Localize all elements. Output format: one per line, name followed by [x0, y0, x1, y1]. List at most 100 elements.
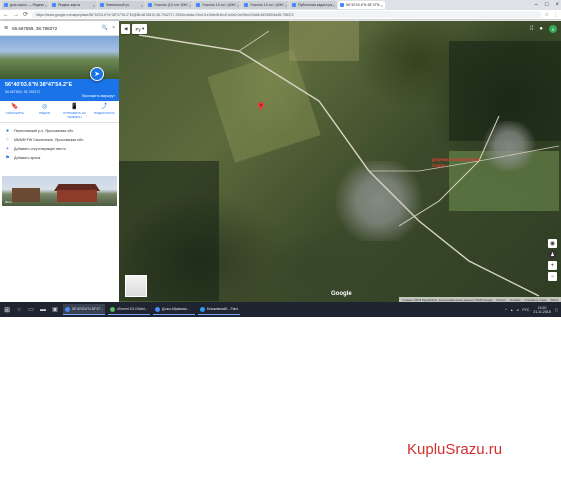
zoom-in-button[interactable]: +: [548, 261, 557, 270]
tab-close-icon[interactable]: ×: [92, 3, 95, 8]
browser-tab[interactable]: 56°40'03.6"N 38°47'54.2×: [338, 1, 385, 9]
search-input[interactable]: 56.667659, 38.798372: [12, 26, 98, 31]
place-icon: ●: [5, 127, 10, 134]
info-text: Добавить ярлык: [14, 155, 41, 160]
screenshot: дом карты — Яндекс.карт×Яндекс карты×Зем…: [0, 0, 561, 317]
url-field[interactable]: https://www.google.ru/maps/place/56°40'0…: [32, 11, 541, 18]
layers-toggle[interactable]: [125, 275, 147, 297]
taskbar-app[interactable]: 56°40'03.6"N 38°47'...: [63, 304, 105, 315]
tab-close-icon[interactable]: ×: [380, 3, 383, 8]
tab-close-icon[interactable]: ×: [44, 3, 47, 8]
tab-label: дом карты — Яндекс.карт: [10, 3, 44, 7]
action-label: РЯДОМ: [39, 111, 51, 115]
coords-title: 56°40'03.6"N 38°47'54.2"E: [5, 82, 73, 88]
map-controls: ◀ Ру ▾: [121, 24, 148, 34]
plus-code-icon: ⁘: [5, 136, 10, 143]
action-label: ОТПРАВИТЬ НА ТЕЛЕФОН: [62, 111, 86, 119]
notifications-icon[interactable]: ●: [539, 26, 543, 32]
network-icon[interactable]: ▴: [511, 308, 513, 312]
zoom-controls: ◉ ♟ + −: [548, 239, 557, 281]
pegman-icon[interactable]: ♟: [548, 250, 557, 259]
browser-tab[interactable]: Участок 10 сот. (ИЖС) ×: [242, 1, 289, 9]
share-icon: ⤴: [101, 104, 108, 110]
action-share-button[interactable]: ⤴ ПОДЕЛИТЬСЯ: [92, 104, 116, 116]
browser-tab[interactable]: Участок 10 сот. (ИЖС) ×: [194, 1, 241, 9]
browser-tab[interactable]: Яндекс карты ×: [50, 1, 97, 9]
info-text: MMM8+FW Смоленское, Ярославская обл.: [14, 137, 84, 142]
menu-dots-icon[interactable]: ⋮: [553, 12, 558, 18]
action-label: СОХРАНИТЬ: [5, 111, 24, 115]
apps-grid-icon[interactable]: ⁞⁞: [530, 26, 533, 32]
tab-close-icon[interactable]: ×: [236, 3, 239, 8]
tab-label: Земельный уч.: [106, 3, 131, 7]
taskbar-app-label: Безымянный1 - Paint: [207, 307, 238, 311]
language-indicator[interactable]: РУС: [522, 308, 529, 312]
minimize-icon[interactable]: –: [535, 2, 538, 8]
tab-close-icon[interactable]: ×: [188, 3, 191, 8]
info-row: ⁘ MMM8+FW Смоленское, Ярославская обл.: [0, 135, 119, 144]
task-view-icon[interactable]: ▭: [26, 305, 36, 315]
tab-close-icon[interactable]: ×: [140, 3, 143, 8]
back-icon[interactable]: ←: [3, 12, 9, 18]
route-link[interactable]: Проложить маршрут: [82, 94, 115, 98]
tab-close-icon[interactable]: ×: [284, 3, 287, 8]
tab-label: Яндекс карты: [58, 3, 81, 7]
tray-arrow-icon[interactable]: ^: [505, 308, 507, 312]
start-icon[interactable]: ⊞: [2, 306, 12, 314]
explorer-icon[interactable]: ▬: [38, 305, 48, 315]
forward-icon[interactable]: →: [13, 12, 19, 18]
info-row[interactable]: ⚑ Добавить ярлык: [0, 153, 119, 162]
app-icon: [200, 306, 205, 312]
tab-favicon: [148, 3, 152, 7]
window-controls: – □ ×: [535, 0, 559, 10]
browser-tab[interactable]: Участок (10 сот. ИЖС) ×: [146, 1, 193, 9]
search-taskbar-icon[interactable]: ○: [14, 305, 24, 315]
taskbar-apps: 56°40'03.6"N 38°47'... uTorrent 3.5.4 Bui…: [60, 304, 240, 315]
clock[interactable]: 19:20 21.11.2018: [533, 306, 550, 314]
search-icon[interactable]: 🔍: [102, 25, 108, 31]
taskbar-app[interactable]: Безымянный1 - Paint: [198, 304, 240, 315]
location-pin-icon[interactable]: [258, 102, 264, 110]
map-footer-item[interactable]: Условия: [510, 298, 521, 302]
watermark: KupluSrazu.ru: [407, 441, 503, 458]
notifications-center-icon[interactable]: ▢: [555, 308, 558, 312]
zoom-out-button[interactable]: −: [548, 272, 557, 281]
tab-label: Участок (10 сот. ИЖС): [154, 3, 188, 7]
map-footer-item[interactable]: 200 м: [551, 298, 558, 302]
bookmark-star-icon[interactable]: ☆: [545, 12, 549, 18]
taskbar-app[interactable]: Дочка Абрамова...: [153, 304, 195, 315]
volume-icon[interactable]: ◂: [517, 308, 519, 312]
info-list: ● Переславский р-н, Ярославская обл. ⁘ MMM8…: [0, 123, 119, 162]
action-send-to-phone-button[interactable]: 📱 ОТПРАВИТЬ НА ТЕЛЕФОН: [62, 104, 86, 119]
tab-label: Публичная кадастровая: [298, 3, 332, 7]
search-box[interactable]: ≡ 56.667659, 38.798372 🔍 ×: [0, 21, 119, 36]
map-footer-item[interactable]: Россия: [496, 298, 505, 302]
taskbar-app[interactable]: uTorrent 3.5.4 Build...: [108, 304, 150, 315]
directions-button[interactable]: ➤: [90, 67, 104, 81]
browser-tab[interactable]: Публичная кадастровая×: [290, 1, 337, 9]
avatar[interactable]: S: [549, 25, 557, 33]
url-text: https://www.google.ru/maps/place/56°40'0…: [36, 12, 294, 17]
browser-tab[interactable]: дом карты — Яндекс.карт×: [2, 1, 49, 9]
action-save-button[interactable]: 🔖 СОХРАНИТЬ: [3, 104, 27, 116]
action-nearby-button[interactable]: ◎ РЯДОМ: [33, 104, 57, 116]
map-type-select[interactable]: Ру ▾: [132, 24, 148, 34]
satellite-map[interactable]: ◀ Ру ▾ ⁞⁞ ● S Деревня Смоленское Озеро ◉…: [119, 21, 561, 302]
close-icon[interactable]: ×: [112, 25, 115, 31]
compass-icon[interactable]: ◉: [548, 239, 557, 248]
menu-icon[interactable]: ≡: [4, 25, 8, 32]
maximize-icon[interactable]: □: [545, 2, 549, 8]
tab-close-icon[interactable]: ×: [332, 3, 335, 8]
close-window-icon[interactable]: ×: [555, 2, 559, 8]
action-row: 🔖 СОХРАНИТЬ ◎ РЯДОМ 📱 ОТПРАВИТЬ НА ТЕЛЕФОН ⤴ ПО…: [0, 101, 119, 123]
photos-strip[interactable]: Фото: [2, 176, 117, 206]
info-row[interactable]: + Добавить отсутствующее место: [0, 144, 119, 153]
reload-icon[interactable]: ⟳: [23, 11, 28, 18]
collapse-panel-button[interactable]: ◀: [121, 24, 131, 34]
taskbar-app-label: Дочка Абрамова...: [162, 307, 190, 311]
map-footer-item[interactable]: Отправить отзыв: [524, 298, 546, 302]
browser-tab[interactable]: Земельный уч. ×: [98, 1, 145, 9]
tab-favicon: [100, 3, 104, 7]
tab-favicon: [292, 3, 296, 7]
store-icon[interactable]: ▣: [50, 305, 60, 315]
